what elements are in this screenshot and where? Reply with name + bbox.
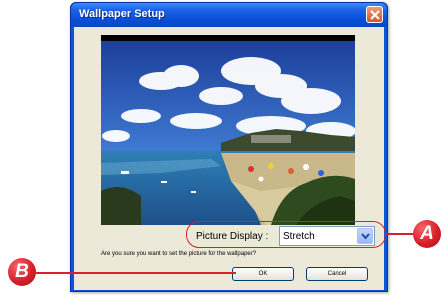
confirmation-question: Are you sure you want to set the picture… bbox=[101, 251, 257, 257]
callout-b-badge: B bbox=[8, 258, 36, 286]
dialog-title: Wallpaper Setup bbox=[79, 8, 165, 20]
callout-a-badge: A bbox=[413, 220, 441, 248]
close-button[interactable] bbox=[366, 6, 383, 23]
callout-a-line bbox=[386, 233, 414, 235]
picture-display-highlight bbox=[186, 221, 386, 248]
landscape-photo bbox=[101, 41, 355, 225]
close-icon bbox=[370, 10, 380, 20]
wallpaper-setup-dialog: Wallpaper Setup Picture Display: Stretc… bbox=[70, 2, 388, 292]
picture-preview bbox=[101, 35, 355, 225]
title-bar[interactable]: Wallpaper Setup bbox=[71, 3, 387, 27]
dialog-body: Picture Display : Stretch Are you sure y… bbox=[74, 27, 384, 290]
callout-b-line bbox=[36, 272, 236, 274]
ok-button[interactable]: OK bbox=[232, 267, 294, 281]
cancel-button[interactable]: Cancel bbox=[306, 267, 368, 281]
